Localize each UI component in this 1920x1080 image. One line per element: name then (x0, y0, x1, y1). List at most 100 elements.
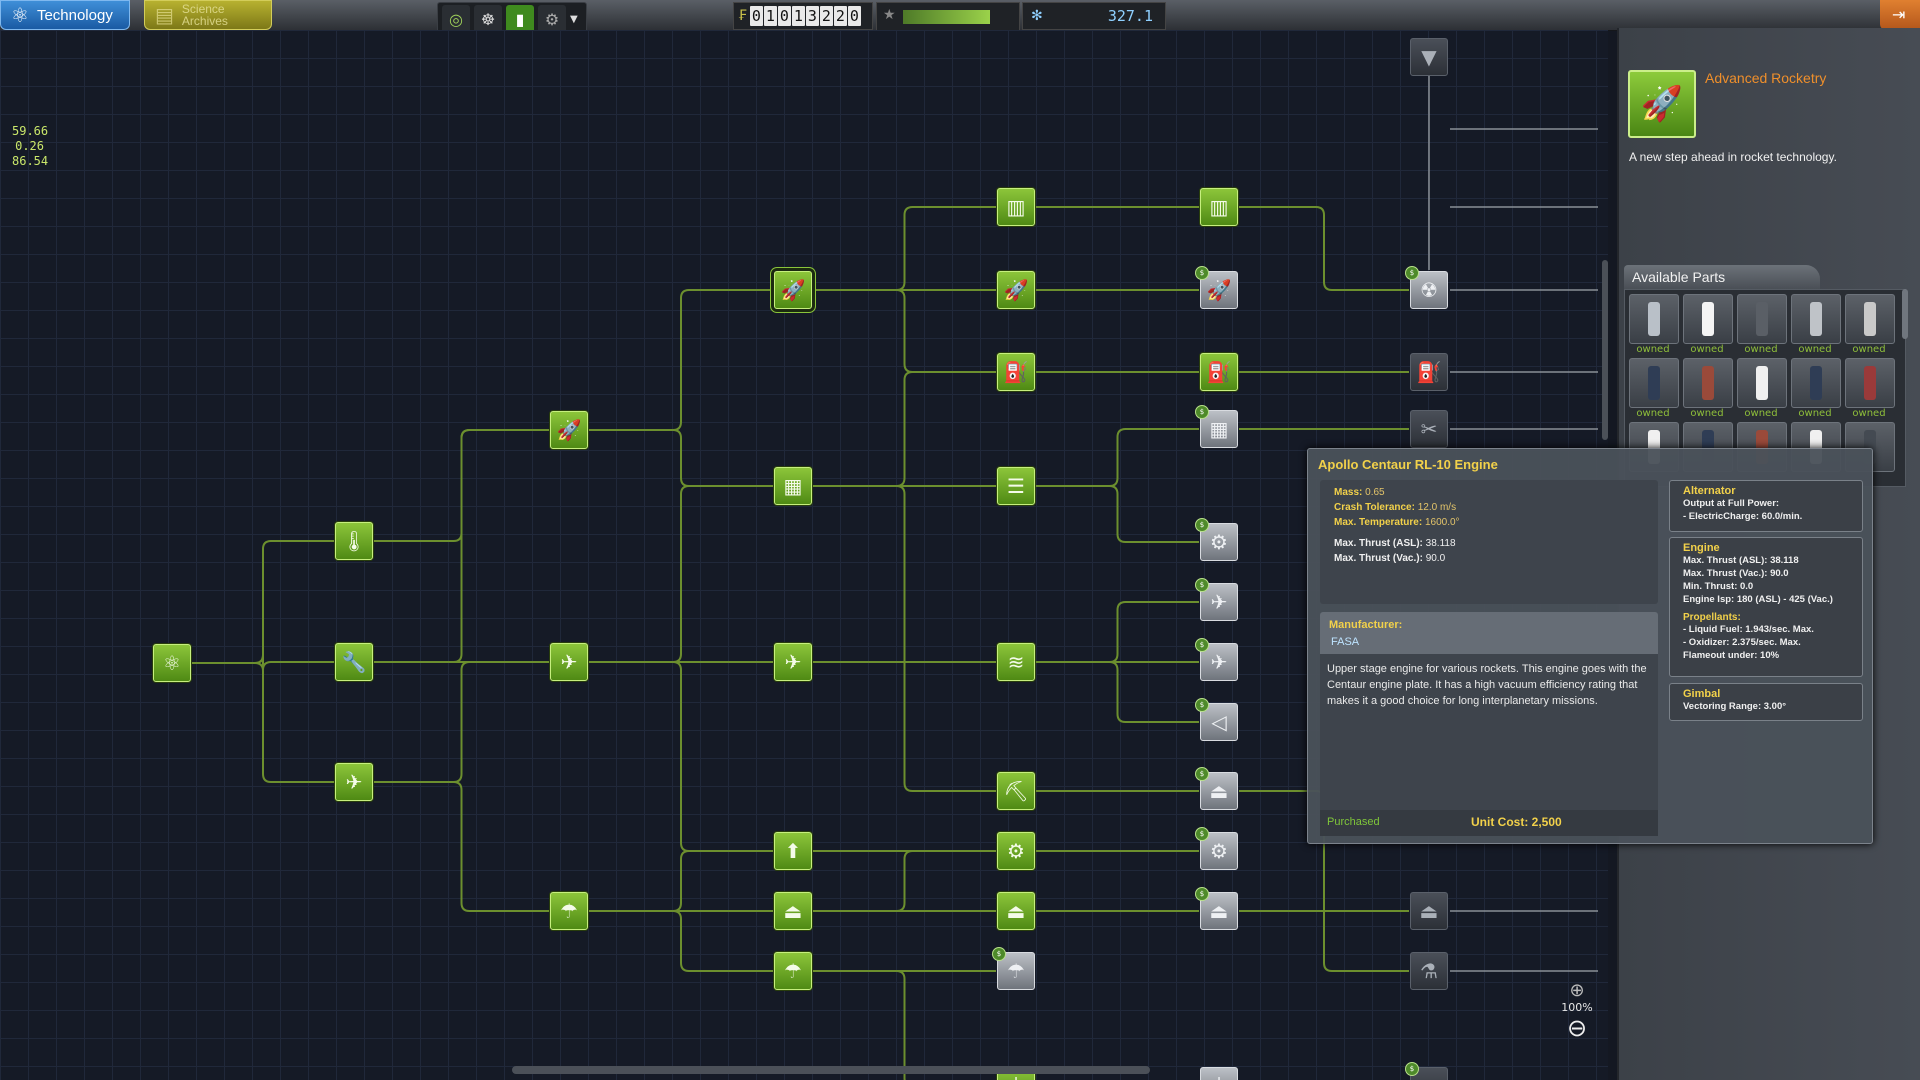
part-icon (1756, 302, 1768, 336)
tech-node-adv-construction[interactable]: ☰ (997, 467, 1035, 505)
module-alternator: Alternator Output at Full Power: - Elect… (1669, 480, 1863, 532)
tech-node-adv-unmanned[interactable]: ▱$ (1405, 1062, 1448, 1080)
parts-scrollbar[interactable] (1902, 289, 1908, 339)
tech-node-supersonic-flight[interactable]: ✈ $ (1195, 578, 1238, 621)
part-icon (1756, 366, 1768, 400)
vertical-scrollbar[interactable] (1602, 260, 1608, 440)
part-thumbnail[interactable] (1845, 358, 1895, 408)
owned-label: owned (1690, 408, 1724, 419)
horizontal-scrollbar[interactable] (512, 1066, 1150, 1074)
tech-node-aerodynamics[interactable]: ≋ (997, 643, 1035, 681)
tech-node-adv-science[interactable]: ⚗ (1410, 952, 1448, 990)
tech-node-precision-propulsion[interactable]: 🚀 $ (1195, 266, 1238, 309)
tech-node-specialized-construction[interactable]: ▦ $ (1195, 405, 1238, 448)
tech-node-high-altitude[interactable]: ✈ $ (1195, 638, 1238, 681)
specialized-construction-icon: ▦ (1209, 417, 1229, 441)
tech-node-basic-aviation[interactable]: ✈ (335, 763, 373, 801)
zoom-in-icon[interactable]: ⊕ (1555, 980, 1599, 1001)
exit-button[interactable]: ⇥ (1880, 0, 1920, 30)
propulsion-systems-icon: 🚀 (1003, 278, 1029, 302)
tech-node-heavy-aerodynamics[interactable]: ◁ $ (1195, 698, 1238, 741)
tech-title: Advanced Rocketry (1705, 70, 1827, 86)
tree-connection (813, 206, 996, 291)
career-icon[interactable]: ☸ (474, 5, 502, 33)
part-icon (1702, 366, 1714, 400)
tech-node-adv-electrics[interactable]: ⏚ (1200, 1067, 1238, 1080)
tab-technology[interactable]: ⚛ Technology (0, 0, 130, 30)
part-thumbnail[interactable] (1629, 358, 1679, 408)
part-thumbnail[interactable] (1629, 294, 1679, 344)
tech-node-actuators[interactable]: ⚙ $ (1195, 518, 1238, 561)
tech-node-command-modules[interactable]: ⏏ $ (1195, 887, 1238, 930)
tech-node-basic-rocketry[interactable]: 🌡 (335, 522, 373, 560)
part-icon (1702, 302, 1714, 336)
purchase-badge-icon: $ (1195, 767, 1209, 781)
purchase-badge-icon: $ (1405, 266, 1419, 280)
tech-node-aviation[interactable]: ✈ (774, 643, 812, 681)
tech-node-general-construction[interactable]: ▦ (774, 467, 812, 505)
tech-node-field-science[interactable]: ⏏ $ (1195, 767, 1238, 810)
tech-node-adv-fuel-systems[interactable]: ⛽ (1200, 353, 1238, 391)
tech-node-top-hidden[interactable]: ▼ (1410, 38, 1448, 76)
part-icon (1648, 366, 1660, 400)
specialized-control-icon: ⚙ (1210, 839, 1228, 863)
tech-node-flight-control[interactable]: ☂ (774, 952, 812, 990)
heavier-rocketry-icon: ▥ (1209, 195, 1229, 219)
zoom-out-icon[interactable]: ⊖ (1555, 1014, 1599, 1042)
tech-node-heavy-rocketry[interactable]: ▥ (997, 188, 1035, 226)
adv-science-icon: ⚗ (1420, 959, 1438, 983)
part-thumbnail[interactable] (1791, 358, 1841, 408)
stat-thrust-asl: Max. Thrust (ASL): 38.118 (1334, 538, 1456, 549)
star-icon: ★ (883, 7, 896, 23)
tab-science-archives[interactable]: ▤ Science Archives (144, 0, 272, 30)
tech-node-fuel-tanks[interactable]: ⛽ (1410, 353, 1448, 391)
coord-z: 86.54 (12, 154, 49, 168)
tech-node-engineering-101[interactable]: 🔧 (335, 643, 373, 681)
tree-connection (374, 429, 549, 663)
tech-node-nuclear-propulsion[interactable]: ☢ $ (1405, 266, 1448, 309)
tech-node-space-exploration[interactable]: ⏏ (997, 892, 1035, 930)
stat-thrust-vac: Max. Thrust (Vac.): 90.0 (1334, 553, 1446, 564)
part-thumbnail[interactable] (1737, 358, 1787, 408)
tree-connection (1239, 206, 1409, 291)
survivability-icon: ☂ (560, 899, 578, 923)
tree-connection (589, 661, 773, 852)
tree-connection (589, 850, 773, 912)
space-exploration-icon: ⏏ (1006, 899, 1026, 923)
tech-node-landing[interactable]: ⬆ (774, 832, 812, 870)
settings-icon[interactable]: ⚙ (538, 5, 566, 33)
tech-node-miniaturization[interactable]: ⛏ (997, 772, 1035, 810)
tech-node-basic-science[interactable]: ⏏ (774, 892, 812, 930)
chevron-down-icon[interactable]: ▼ (570, 14, 578, 25)
part-thumbnail[interactable] (1791, 294, 1841, 344)
part-thumbnail[interactable] (1683, 358, 1733, 408)
part-thumbnail[interactable] (1737, 294, 1787, 344)
tech-node-stability[interactable]: ✈ (550, 643, 588, 681)
tech-node-general-rocketry[interactable]: 🚀 (550, 411, 588, 449)
nuclear-propulsion-icon: ☢ (1420, 278, 1438, 302)
tech-node-metamaterials[interactable]: ✂ (1410, 410, 1448, 448)
science-counter: ✻ 327.1 (1022, 2, 1166, 30)
tech-node-specialized-control[interactable]: ⚙ $ (1195, 827, 1238, 870)
tech-node-adv-flight-control[interactable]: ⚙ (997, 832, 1035, 870)
part-thumbnail[interactable] (1683, 294, 1733, 344)
funds-digit: 2 (819, 6, 833, 26)
tech-node-advanced-rocketry[interactable]: 🚀 (774, 271, 812, 309)
strategy-icon[interactable]: ▮ (506, 5, 534, 33)
start-icon: ⚛ (163, 651, 181, 675)
tech-node-adv-exploration[interactable]: ⏏ (1410, 892, 1448, 930)
purchase-badge-icon: $ (1195, 827, 1209, 841)
part-thumbnail[interactable] (1845, 294, 1895, 344)
manufacturer-value: FASA (1331, 636, 1360, 648)
tech-node-propulsion-systems[interactable]: 🚀 (997, 271, 1035, 309)
metamaterials-icon: ✂ (1420, 417, 1438, 441)
tech-node-survivability[interactable]: ☂ (550, 892, 588, 930)
tech-node-fuel-systems[interactable]: ⛽ (997, 353, 1035, 391)
flight-control-icon: ☂ (784, 959, 802, 983)
tech-node-adv-landing[interactable]: ☂ $ (992, 947, 1035, 990)
purchase-badge-icon: $ (1195, 578, 1209, 592)
tech-node-start[interactable]: ⚛ (153, 644, 191, 682)
tech-node-heavier-rocketry[interactable]: ▥ (1200, 188, 1238, 226)
globe-icon[interactable]: ◎ (442, 5, 470, 33)
purchase-badge-icon: $ (1195, 266, 1209, 280)
